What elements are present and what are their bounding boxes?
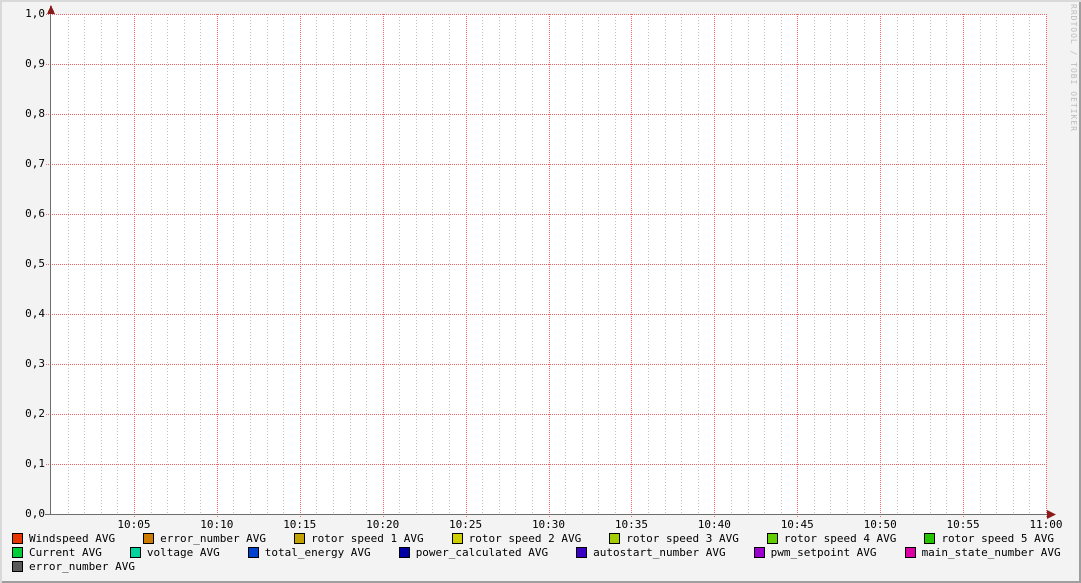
y-tick-label: 1,0	[11, 7, 45, 21]
rrdtool-graph: 0,0 0,1 0,2 0,3 0,4 0,5 0,6 0,7 0,8 0,9 1,0 10:05 1…	[0, 0, 1081, 583]
y-tick-label: 0,0	[11, 507, 45, 521]
legend-item: rotor speed 2 AVG	[452, 532, 582, 545]
legend-swatch	[924, 533, 935, 544]
y-tick-label: 0,9	[11, 57, 45, 71]
y-tick-label: 0,6	[11, 207, 45, 221]
legend-item: total_energy AVG	[248, 546, 371, 559]
x-tick-label: 10:50	[864, 518, 897, 531]
legend-swatch	[767, 533, 778, 544]
y-tick-label: 0,1	[11, 457, 45, 471]
legend: Windspeed AVG error_number AVG rotor speed…	[12, 531, 1079, 573]
legend-label: pwm_setpoint AVG	[771, 546, 877, 559]
legend-swatch	[576, 547, 587, 558]
y-tick-label: 0,8	[11, 107, 45, 121]
legend-label: main_state_number AVG	[922, 546, 1061, 559]
legend-swatch	[452, 533, 463, 544]
legend-swatch	[130, 547, 141, 558]
legend-swatch	[12, 533, 23, 544]
legend-item: rotor speed 4 AVG	[767, 532, 897, 545]
legend-swatch	[12, 561, 23, 572]
legend-item: error_number AVG	[12, 560, 135, 573]
legend-swatch	[248, 547, 259, 558]
legend-swatch	[294, 533, 305, 544]
x-tick-label: 10:15	[283, 518, 316, 531]
x-tick-label: 10:55	[947, 518, 980, 531]
x-tick-label: 10:45	[781, 518, 814, 531]
legend-item: rotor speed 3 AVG	[609, 532, 739, 545]
legend-label: voltage AVG	[147, 546, 220, 559]
legend-swatch	[12, 547, 23, 558]
y-tick-label: 0,4	[11, 307, 45, 321]
x-tick-label: 10:30	[532, 518, 565, 531]
y-axis-arrow-icon	[47, 5, 55, 14]
legend-item: rotor speed 1 AVG	[294, 532, 424, 545]
legend-label: Current AVG	[29, 546, 102, 559]
legend-label: error_number AVG	[160, 532, 266, 545]
x-tick-label: 10:20	[366, 518, 399, 531]
x-tick-label: 10:35	[615, 518, 648, 531]
legend-row: Current AVG voltage AVG total_energy AVG po…	[12, 545, 1079, 559]
x-tick-label: 10:05	[117, 518, 150, 531]
legend-item: rotor speed 5 AVG	[924, 532, 1054, 545]
legend-label: rotor speed 2 AVG	[469, 532, 582, 545]
legend-row: error_number AVG	[12, 559, 1079, 573]
x-tick-label: 10:10	[200, 518, 233, 531]
y-tick-label: 0,5	[11, 257, 45, 271]
legend-swatch	[905, 547, 916, 558]
y-tick-label: 0,3	[11, 357, 45, 371]
legend-swatch	[399, 547, 410, 558]
legend-label: rotor speed 1 AVG	[311, 532, 424, 545]
legend-label: rotor speed 5 AVG	[941, 532, 1054, 545]
legend-item: error_number AVG	[143, 532, 266, 545]
legend-item: pwm_setpoint AVG	[754, 546, 877, 559]
y-tick-label: 0,2	[11, 407, 45, 421]
legend-swatch	[609, 533, 620, 544]
grid-svg	[0, 0, 1081, 583]
legend-swatch	[754, 547, 765, 558]
legend-item: Windspeed AVG	[12, 532, 115, 545]
y-tick-label: 0,7	[11, 157, 45, 171]
x-tick-label: 11:00	[1029, 518, 1062, 531]
legend-item: Current AVG	[12, 546, 102, 559]
legend-item: main_state_number AVG	[905, 546, 1061, 559]
legend-label: error_number AVG	[29, 560, 135, 573]
watermark: RRDTOOL / TOBI OETIKER	[1069, 4, 1078, 132]
x-tick-label: 10:40	[698, 518, 731, 531]
legend-swatch	[143, 533, 154, 544]
legend-row: Windspeed AVG error_number AVG rotor speed…	[12, 531, 1079, 545]
legend-item: autostart_number AVG	[576, 546, 725, 559]
legend-label: rotor speed 3 AVG	[626, 532, 739, 545]
legend-label: total_energy AVG	[265, 546, 371, 559]
x-tick-label: 10:25	[449, 518, 482, 531]
legend-label: Windspeed AVG	[29, 532, 115, 545]
legend-item: power_calculated AVG	[399, 546, 548, 559]
legend-item: voltage AVG	[130, 546, 220, 559]
legend-label: autostart_number AVG	[593, 546, 725, 559]
legend-label: power_calculated AVG	[416, 546, 548, 559]
legend-label: rotor speed 4 AVG	[784, 532, 897, 545]
